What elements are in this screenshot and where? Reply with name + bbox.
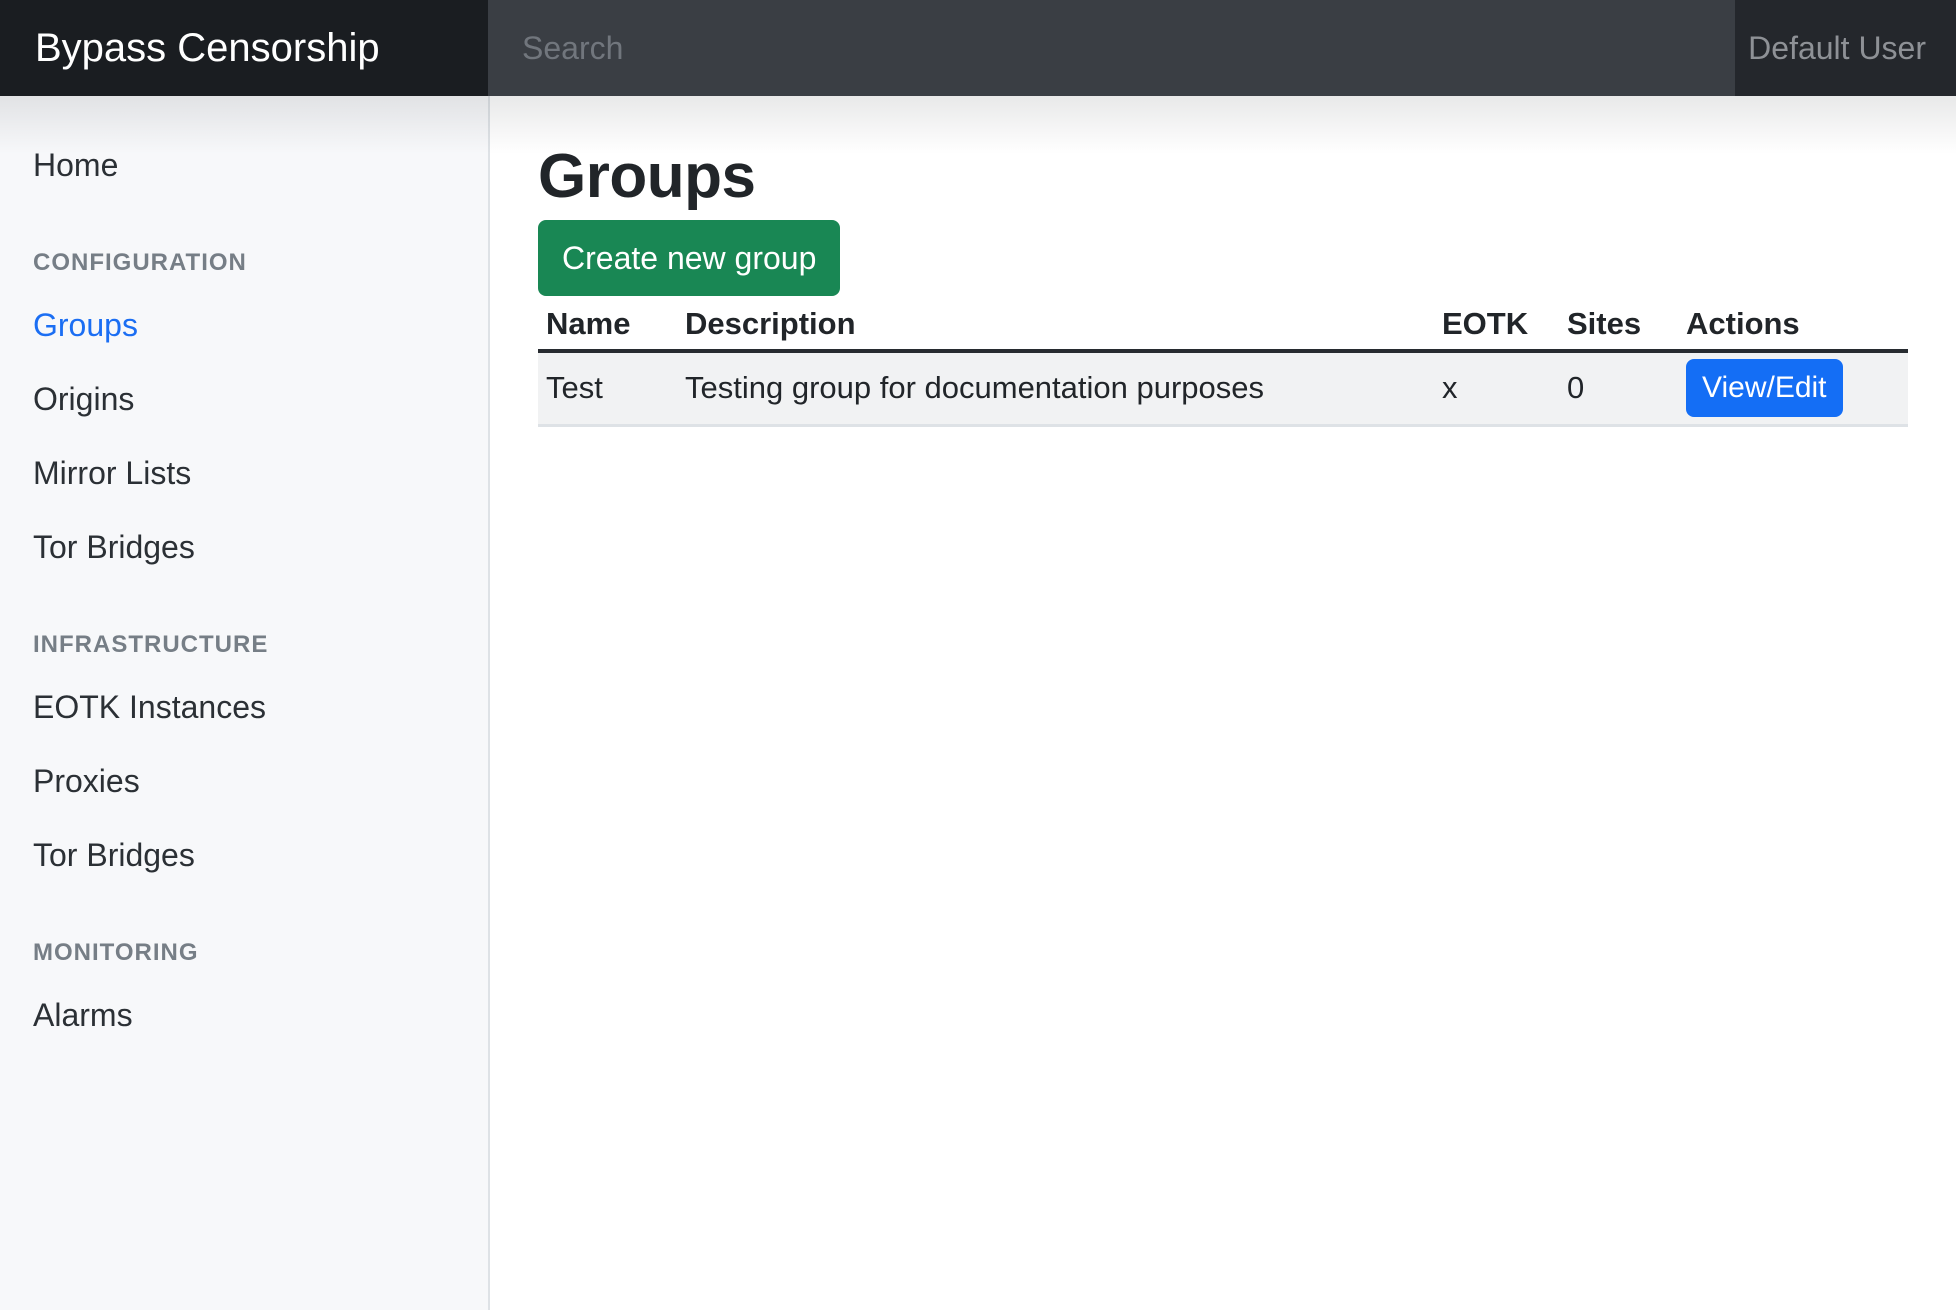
sidebar-item-home[interactable]: Home	[0, 128, 488, 202]
column-header-sites: Sites	[1559, 296, 1678, 351]
sidebar-heading-configuration: CONFIGURATION	[0, 238, 488, 288]
groups-table: Name Description EOTK Sites Actions Test…	[538, 296, 1908, 427]
sidebar-heading-monitoring: MONITORING	[0, 928, 488, 978]
column-header-description: Description	[677, 296, 1434, 351]
app-brand[interactable]: Bypass Censorship	[0, 0, 488, 96]
page-layout: Home CONFIGURATION Groups Origins Mirror…	[0, 96, 1956, 1310]
sidebar-item-groups[interactable]: Groups	[0, 288, 488, 362]
cell-group-sites: 0	[1559, 351, 1678, 425]
sidebar-item-mirror-lists[interactable]: Mirror Lists	[0, 436, 488, 510]
sidebar-item-alarms[interactable]: Alarms	[0, 978, 488, 1052]
column-header-eotk: EOTK	[1434, 296, 1559, 351]
main-content: Groups Create new group Name Description…	[490, 96, 1956, 1310]
cell-group-actions: View/Edit	[1678, 351, 1908, 425]
column-header-actions: Actions	[1678, 296, 1908, 351]
sidebar-item-proxies[interactable]: Proxies	[0, 744, 488, 818]
create-new-group-button[interactable]: Create new group	[538, 220, 840, 296]
sidebar: Home CONFIGURATION Groups Origins Mirror…	[0, 96, 490, 1310]
sidebar-item-tor-bridges-infra[interactable]: Tor Bridges	[0, 818, 488, 892]
page-title: Groups	[538, 140, 1908, 214]
sidebar-item-origins[interactable]: Origins	[0, 362, 488, 436]
user-menu-label: Default User	[1748, 30, 1926, 67]
search-input[interactable]	[488, 0, 1735, 96]
column-header-name: Name	[538, 296, 677, 351]
cell-group-name: Test	[538, 351, 677, 425]
sidebar-heading-infrastructure: INFRASTRUCTURE	[0, 620, 488, 670]
view-edit-button[interactable]: View/Edit	[1686, 359, 1843, 417]
table-header-row: Name Description EOTK Sites Actions	[538, 296, 1908, 351]
top-navbar: Bypass Censorship Default User	[0, 0, 1956, 96]
cell-group-eotk: x	[1434, 351, 1559, 425]
sidebar-item-tor-bridges-config[interactable]: Tor Bridges	[0, 510, 488, 584]
navbar-search-area	[488, 0, 1735, 96]
sidebar-item-eotk-instances[interactable]: EOTK Instances	[0, 670, 488, 744]
user-menu[interactable]: Default User	[1735, 0, 1956, 96]
table-row: Test Testing group for documentation pur…	[538, 351, 1908, 425]
cell-group-description: Testing group for documentation purposes	[677, 351, 1434, 425]
